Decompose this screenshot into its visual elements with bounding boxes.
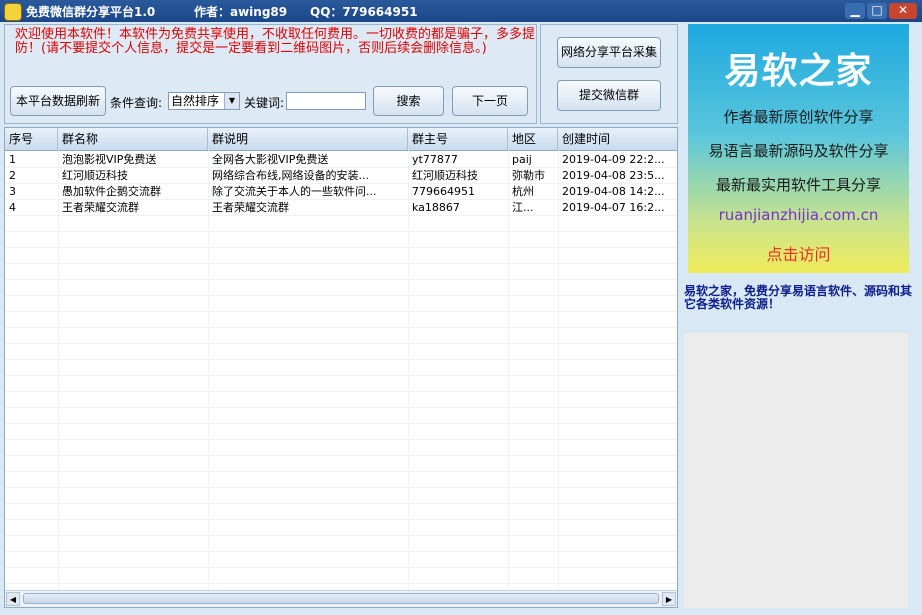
minimize-button[interactable]: ▁ xyxy=(845,3,865,19)
grid-line xyxy=(5,247,677,248)
next-page-button[interactable]: 下一页 xyxy=(452,86,528,116)
grid-line xyxy=(5,311,677,312)
cell-owner: 红河顺迈科技 xyxy=(412,169,478,182)
author-label: 作者：awing89 xyxy=(194,5,288,19)
scroll-left-icon[interactable]: ◀ xyxy=(6,592,20,606)
col-header-region[interactable]: 地区 xyxy=(508,128,558,150)
cell-index: 1 xyxy=(9,153,16,166)
ad-url[interactable]: ruanjianzhijia.com.cn xyxy=(688,206,909,224)
cell-region: 弥勒市 xyxy=(512,169,545,182)
cell-desc: 网络综合布线,网络设备的安装... xyxy=(212,169,369,182)
grid-line xyxy=(5,583,677,584)
cell-name: 王者荣耀交流群 xyxy=(62,201,139,214)
cell-created: 2019-04-09 22:2... xyxy=(562,153,665,166)
cell-region: 江... xyxy=(512,201,534,214)
grid-line xyxy=(5,423,677,424)
table-row[interactable]: 1 泡泡影视VIP免费送 全网各大影视VIP免费送 yt77877 paij 2… xyxy=(5,152,677,168)
grid-line xyxy=(5,471,677,472)
cell-name: 愚加软件企鹅交流群 xyxy=(62,185,161,198)
grid-column-line xyxy=(408,150,409,590)
grid-line xyxy=(5,343,677,344)
cell-created: 2019-04-08 14:2... xyxy=(562,185,665,198)
grid-line xyxy=(5,375,677,376)
grid-line xyxy=(5,439,677,440)
grid-line xyxy=(5,551,677,552)
keyword-input[interactable] xyxy=(286,92,366,110)
table-row[interactable]: 3 愚加软件企鹅交流群 除了交流关于本人的一些软件问... 779664951 … xyxy=(5,184,677,200)
grid-line xyxy=(5,455,677,456)
cell-region: paij xyxy=(512,153,532,166)
grid-column-line xyxy=(58,150,59,590)
ad-banner[interactable]: 易软之家 作者最新原创软件分享 易语言最新源码及软件分享 最新最实用软件工具分享… xyxy=(688,24,909,273)
cell-owner: ka18867 xyxy=(412,201,460,214)
side-blank-panel xyxy=(684,333,908,608)
cell-index: 2 xyxy=(9,169,16,182)
horizontal-scrollbar[interactable]: ◀ ▶ xyxy=(5,590,677,607)
table-header: 序号 群名称 群说明 群主号 地区 创建时间 xyxy=(5,128,677,151)
welcome-notice: 欢迎使用本软件！本软件为免费共享使用，不收取任何费用。一切收费的都是骗子，多多提… xyxy=(15,27,536,56)
cell-created: 2019-04-08 23:5... xyxy=(562,169,665,182)
keyword-label: 关键词: xyxy=(244,96,285,110)
search-button[interactable]: 搜索 xyxy=(373,86,444,116)
ad-line-1: 作者最新原创软件分享 xyxy=(723,108,874,126)
cell-index: 3 xyxy=(9,185,16,198)
cell-desc: 除了交流关于本人的一些软件问... xyxy=(212,185,377,198)
qq-label: QQ：779664951 xyxy=(310,5,418,19)
collect-button[interactable]: 网络分享平台采集 xyxy=(557,37,661,68)
ad-title: 易软之家 xyxy=(724,51,873,92)
ad-line-2: 易语言最新源码及软件分享 xyxy=(708,142,889,160)
grid-line xyxy=(5,391,677,392)
group-table[interactable]: 序号 群名称 群说明 群主号 地区 创建时间 1 泡泡影视VIP免费送 全网各大… xyxy=(4,127,678,608)
sort-select[interactable]: 自然排序 ▼ xyxy=(168,92,240,110)
col-header-owner[interactable]: 群主号 xyxy=(408,128,508,150)
cell-region: 杭州 xyxy=(512,185,534,198)
refresh-button[interactable]: 本平台数据刷新 xyxy=(10,86,106,116)
cell-owner: 779664951 xyxy=(412,185,475,198)
grid-line xyxy=(5,263,677,264)
cell-index: 4 xyxy=(9,201,16,214)
col-header-name[interactable]: 群名称 xyxy=(58,128,208,150)
grid-line xyxy=(5,295,677,296)
grid-column-line xyxy=(558,150,559,590)
filter-label: 条件查询: xyxy=(110,96,163,110)
cell-created: 2019-04-07 16:2... xyxy=(562,201,665,214)
col-header-created[interactable]: 创建时间 xyxy=(558,128,677,150)
title-bar: 免费微信群分享平台1.0 作者：awing89 QQ：779664951 ▁ □… xyxy=(0,0,922,22)
grid-line xyxy=(5,535,677,536)
sort-select-value: 自然排序 xyxy=(171,94,220,108)
grid-column-line xyxy=(208,150,209,590)
grid-line xyxy=(5,519,677,520)
grid-line xyxy=(5,503,677,504)
col-header-index[interactable]: 序号 xyxy=(5,128,58,150)
cell-desc: 全网各大影视VIP免费送 xyxy=(212,153,329,166)
grid-line xyxy=(5,327,677,328)
grid-line xyxy=(5,359,677,360)
cell-name: 红河顺迈科技 xyxy=(62,169,128,182)
maximize-button[interactable]: □ xyxy=(867,3,887,19)
scroll-right-icon[interactable]: ▶ xyxy=(662,592,676,606)
grid-line xyxy=(5,231,677,232)
grid-line xyxy=(5,487,677,488)
submit-group-button[interactable]: 提交微信群 xyxy=(557,80,661,111)
table-row[interactable]: 2 红河顺迈科技 网络综合布线,网络设备的安装... 红河顺迈科技 弥勒市 20… xyxy=(5,168,677,184)
grid-line xyxy=(5,567,677,568)
col-header-desc[interactable]: 群说明 xyxy=(208,128,408,150)
grid-line xyxy=(5,407,677,408)
grid-column-line xyxy=(508,150,509,590)
grid-line xyxy=(5,279,677,280)
chevron-down-icon[interactable]: ▼ xyxy=(224,93,239,109)
table-row[interactable]: 4 王者荣耀交流群 王者荣耀交流群 ka18867 江... 2019-04-0… xyxy=(5,200,677,216)
scrollbar-thumb[interactable] xyxy=(23,593,659,604)
cell-desc: 王者荣耀交流群 xyxy=(212,201,289,214)
promo-text: 易软之家，免费分享易语言软件、源码和其它各类软件资源！ xyxy=(684,284,913,311)
app-title: 免费微信群分享平台1.0 xyxy=(26,5,156,19)
cell-owner: yt77877 xyxy=(412,153,458,166)
cell-name: 泡泡影视VIP免费送 xyxy=(62,153,157,166)
close-button[interactable]: ✕ xyxy=(889,3,917,19)
app-icon xyxy=(4,3,22,21)
ad-visit-link[interactable]: 点击访问 xyxy=(688,241,909,265)
ad-line-3: 最新最实用软件工具分享 xyxy=(715,176,881,194)
